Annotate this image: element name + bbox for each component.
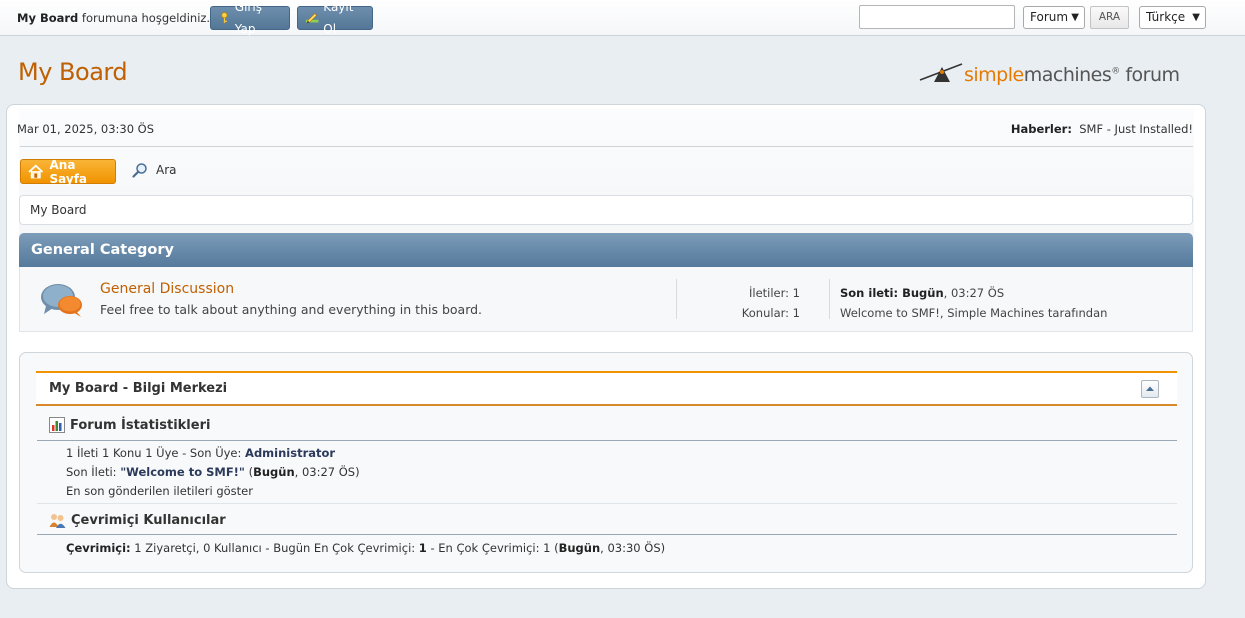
- stats-title-text: Forum İstatistikleri: [70, 417, 211, 433]
- online-label: Çevrimiçi:: [66, 541, 131, 555]
- board-stats: İletiler: 1 Konular: 1: [710, 283, 800, 323]
- last-post-today: Bugün: [253, 465, 295, 479]
- speech-bubbles-icon: [41, 284, 82, 317]
- chevron-down-icon: ▼: [1192, 12, 1200, 23]
- section-divider: [37, 534, 1177, 535]
- stats-line-1: 1 İleti 1 Konu 1 Üye - Son Üye: Administ…: [66, 446, 335, 460]
- smf-logo-text: simplemachines® forum: [964, 64, 1180, 86]
- online-max-day: Bugün: [558, 541, 601, 555]
- bar-chart-icon: [49, 417, 65, 433]
- welcome-message: My Board forumuna hoşgeldiniz.: [17, 11, 210, 25]
- section-divider: [37, 503, 1177, 504]
- last-post-detail[interactable]: Welcome to SMF!, Simple Machines tarafın…: [840, 303, 1107, 323]
- key-icon: [221, 12, 228, 24]
- breadcrumb: My Board: [19, 195, 1193, 225]
- online-stats: Çevrimiçi: 1 Ziyaretçi, 0 Kullanıcı - Bu…: [66, 541, 665, 555]
- recent-posts-link[interactable]: En son gönderilen iletileri göster: [66, 484, 253, 498]
- login-label: Giriş Yap: [234, 0, 262, 36]
- board-row: General Discussion Feel free to talk abo…: [19, 267, 1193, 332]
- online-today-max: 1: [418, 541, 427, 555]
- last-post-open: (: [244, 465, 254, 479]
- search-input[interactable]: [859, 5, 1015, 29]
- logo-simple: simple: [964, 64, 1024, 86]
- chevron-down-icon: ▼: [1071, 12, 1079, 23]
- last-post-time: , 03:27 ÖS: [943, 286, 1005, 300]
- online-guests: 1 Ziyaretçi, 0 Kullanıcı - Bugün En Çok …: [130, 541, 419, 555]
- info-center-header: My Board - Bilgi Merkezi: [36, 371, 1177, 406]
- arrow-up-icon: [1146, 386, 1154, 391]
- current-date: Mar 01, 2025, 03:30 ÖS: [17, 122, 155, 136]
- last-post-clock: , 03:27 ÖS): [294, 465, 360, 479]
- news: Haberler: SMF - Just Installed!: [1011, 122, 1193, 136]
- news-text: SMF - Just Installed!: [1079, 122, 1193, 136]
- logo-reg: ®: [1111, 66, 1120, 77]
- search-button[interactable]: ARA: [1090, 6, 1129, 29]
- last-post-label[interactable]: Son ileti: Bugün: [840, 286, 944, 300]
- smf-logo[interactable]: simplemachines® forum: [918, 58, 1198, 90]
- online-max-time: , 03:30 ÖS): [600, 541, 666, 555]
- breadcrumb-item[interactable]: My Board: [30, 203, 87, 217]
- welcome-board-name: My Board: [17, 11, 79, 25]
- search-scope-select[interactable]: Forum ▼: [1023, 6, 1085, 29]
- collapse-button[interactable]: [1141, 380, 1159, 398]
- board-name-link[interactable]: General Discussion: [100, 281, 234, 297]
- column-divider: [676, 279, 677, 319]
- logo-forum: forum: [1119, 64, 1180, 86]
- nav-search-label: Ara: [156, 163, 177, 177]
- board-topics: Konular: 1: [741, 306, 800, 320]
- last-post-prefix: Son İleti:: [66, 465, 121, 479]
- online-section-title: Çevrimiçi Kullanıcılar: [49, 512, 226, 528]
- section-divider: [37, 440, 1177, 441]
- news-label: Haberler:: [1010, 122, 1072, 136]
- forum-title[interactable]: My Board: [18, 58, 128, 86]
- info-center: My Board - Bilgi Merkezi Forum İstatisti…: [19, 352, 1193, 573]
- welcome-text: forumuna hoşgeldiniz.: [78, 11, 211, 25]
- top-bar: My Board forumuna hoşgeldiniz. Giriş Yap…: [0, 0, 1245, 36]
- nav-search-link[interactable]: Ara: [132, 162, 177, 178]
- magnifier-icon: [132, 163, 147, 178]
- divider: [20, 146, 1193, 147]
- language-select[interactable]: Türkçe ▼: [1139, 6, 1206, 29]
- last-post-topic-link[interactable]: "Welcome to SMF!": [120, 465, 245, 479]
- language-value: Türkçe: [1146, 10, 1186, 24]
- register-button[interactable]: Kayıt Ol: [297, 0, 373, 36]
- register-label: Kayıt Ol: [323, 0, 354, 36]
- house-icon: [28, 164, 44, 179]
- category-header[interactable]: General Category: [19, 233, 1193, 267]
- board-last-post: Son ileti: Bugün, 03:27 ÖS Welcome to SM…: [840, 283, 1107, 323]
- smf-logo-mark: [919, 63, 963, 82]
- stats-section-title: Forum İstatistikleri: [49, 417, 210, 433]
- stats-counts: 1 İleti 1 Konu 1 Üye - Son Üye:: [66, 446, 246, 460]
- home-button[interactable]: Ana Sayfa: [20, 157, 116, 186]
- board-description: Feel free to talk about anything and eve…: [100, 302, 483, 317]
- stats-line-2: Son İleti: "Welcome to SMF!" (Bugün, 03:…: [66, 465, 360, 479]
- login-button[interactable]: Giriş Yap: [210, 0, 290, 36]
- column-divider: [829, 279, 830, 319]
- board-posts: İletiler: 1: [748, 286, 800, 300]
- online-sep: - En Çok Çevrimiçi: 1 (: [426, 541, 559, 555]
- users-icon: [49, 514, 66, 528]
- search-scope-value: Forum: [1030, 10, 1069, 24]
- home-label: Ana Sayfa: [49, 157, 88, 186]
- pencil-icon: [305, 13, 319, 24]
- info-center-title: My Board - Bilgi Merkezi: [49, 381, 228, 396]
- latest-member-link[interactable]: Administrator: [245, 446, 335, 460]
- online-title-text: Çevrimiçi Kullanıcılar: [71, 512, 226, 528]
- logo-machines: machines: [1023, 64, 1112, 86]
